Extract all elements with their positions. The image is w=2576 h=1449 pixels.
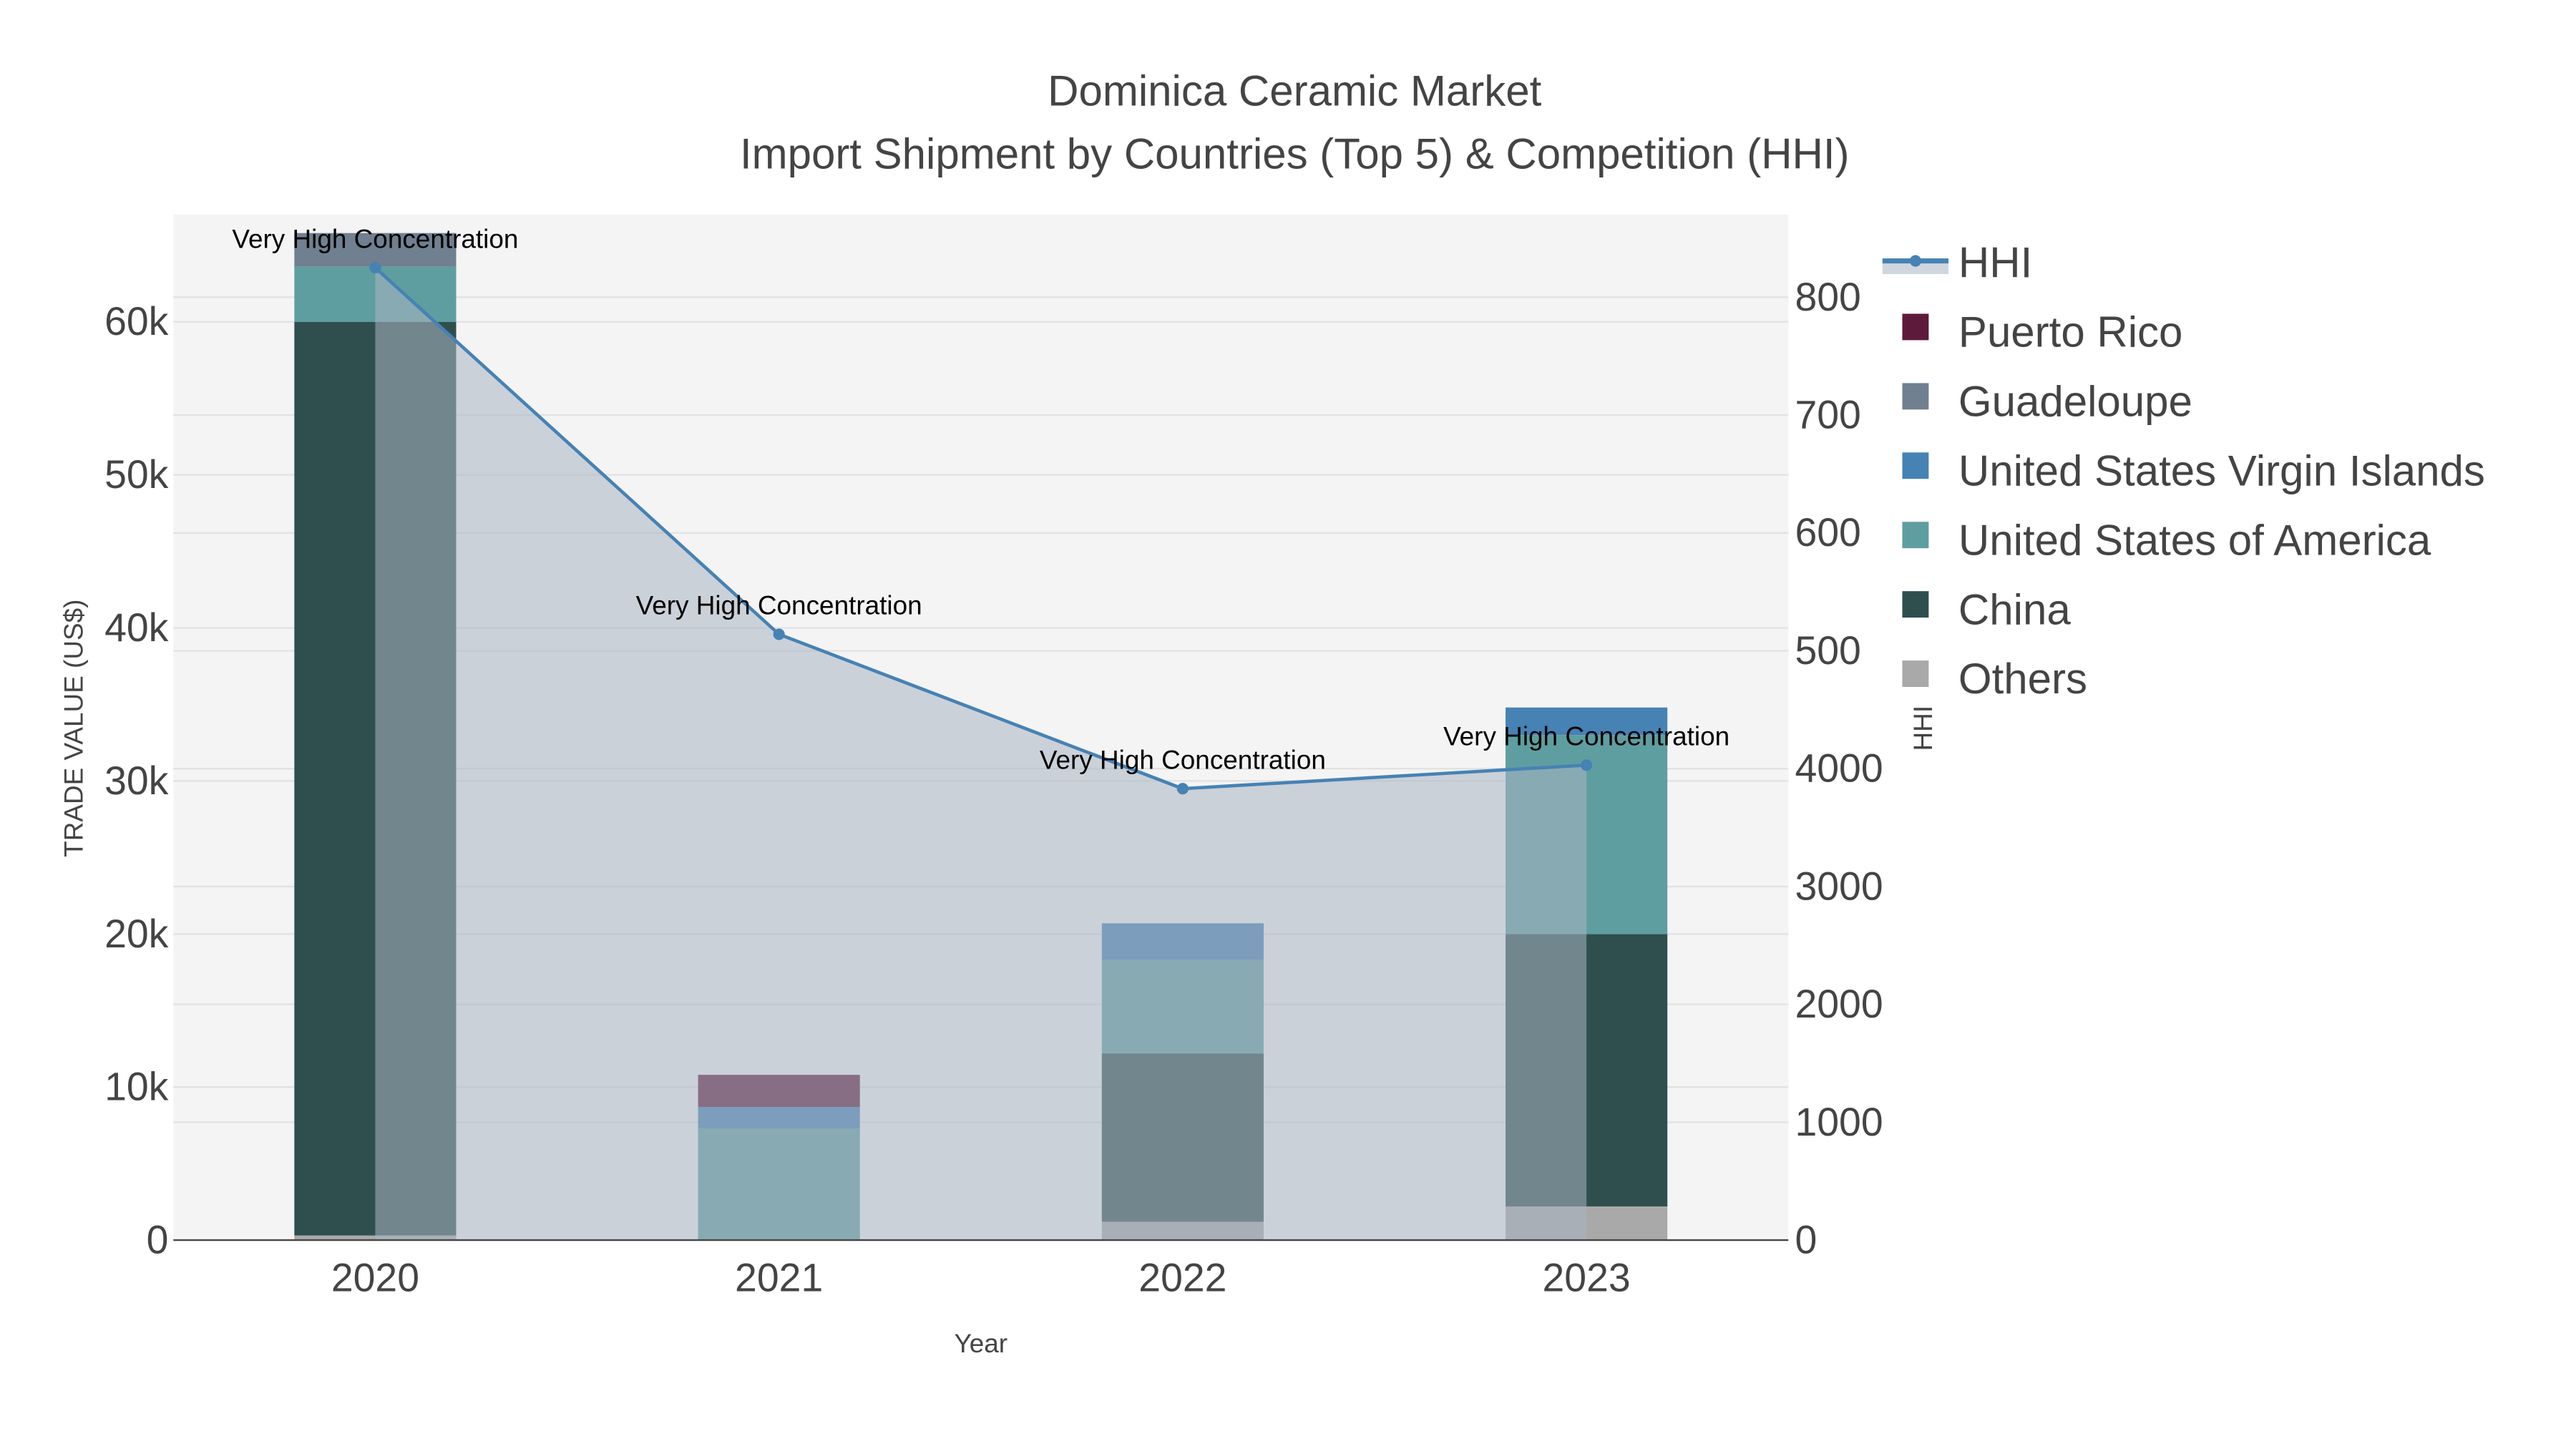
y2-axis-title: HHI [1908, 706, 1938, 751]
x-tick-label: 2021 [735, 1256, 823, 1300]
y-tick-label: 40k [104, 605, 169, 650]
chart-subtitle: Import Shipment by Countries (Top 5) & C… [740, 130, 1850, 177]
legend-swatch [1902, 591, 1929, 618]
legend-label: Others [1958, 655, 2087, 703]
legend-swatch [1902, 452, 1929, 479]
hhi-point [369, 262, 381, 274]
hhi-annotation: Very High Concentration [1040, 746, 1326, 775]
y2-axis-ticks: 0 1000 2000 3000 4000 500 600 700 800 [1795, 275, 1883, 1262]
legend-label: United States Virgin Islands [1958, 447, 2485, 494]
hhi-annotation: Very High Concentration [1443, 722, 1729, 751]
chart: Very High Concentration Very High Concent… [59, 67, 2485, 1358]
y2-tick-label: 0 [1795, 1218, 1817, 1262]
y-tick-label: 20k [104, 912, 169, 956]
y2-tick-label: 800 [1795, 275, 1860, 319]
chart-title: Dominica Ceramic Market [1048, 67, 1541, 115]
hhi-annotation: Very High Concentration [636, 591, 922, 620]
legend: HHI Puerto Rico Guadeloupe United States Vi… [1882, 239, 2485, 703]
y-tick-label: 60k [104, 299, 169, 343]
y-tick-label: 30k [104, 758, 169, 803]
y2-tick-label: 2000 [1795, 982, 1883, 1026]
legend-hhi-marker [1909, 255, 1921, 267]
legend-label: China [1958, 585, 2071, 633]
y2-tick-label: 1000 [1795, 1100, 1883, 1144]
legend-label: Guadeloupe [1958, 378, 2192, 426]
y-tick-label: 10k [104, 1065, 169, 1109]
x-tick-label: 2023 [1543, 1256, 1631, 1300]
legend-swatch [1902, 660, 1929, 687]
hhi-annotation: Very High Concentration [232, 224, 518, 253]
legend-swatch [1902, 522, 1929, 549]
legend-swatch [1902, 313, 1929, 341]
y2-tick-label: 700 [1795, 392, 1860, 436]
legend-label: HHI [1958, 239, 2032, 287]
legend-label: Puerto Rico [1958, 308, 2182, 356]
x-tick-label: 2022 [1138, 1256, 1226, 1300]
hhi-point [1581, 759, 1593, 771]
y2-tick-label: 4000 [1795, 746, 1883, 791]
x-tick-label: 2020 [331, 1256, 419, 1300]
y-tick-label: 50k [104, 452, 169, 497]
legend-swatch [1902, 383, 1929, 410]
legend-label: United States of America [1958, 516, 2431, 564]
hhi-point [1176, 783, 1189, 795]
y-axis-ticks: 0 10k 20k 30k 40k 50k 60k [104, 299, 169, 1262]
y-tick-label: 0 [147, 1218, 169, 1262]
y-axis-title: TRADE VALUE (US$) [59, 600, 88, 857]
x-axis-title: Year [954, 1329, 1008, 1358]
x-axis-ticks: 2020 2021 2022 2023 [331, 1256, 1631, 1300]
y2-tick-label: 600 [1795, 510, 1860, 555]
hhi-point [773, 628, 785, 640]
y2-tick-label: 3000 [1795, 864, 1883, 908]
y2-tick-label: 500 [1795, 628, 1860, 673]
